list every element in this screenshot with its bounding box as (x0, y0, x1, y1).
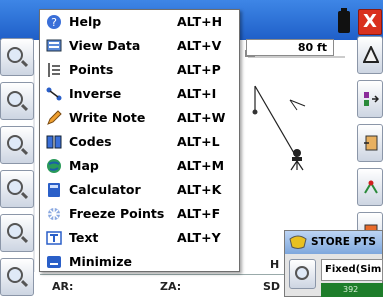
point-table-icon (364, 135, 378, 151)
menu-item-label: Freeze Points (69, 206, 165, 221)
zoom-extents-icon (7, 47, 23, 63)
menu-item-view-data[interactable]: View Data ALT+V (40, 35, 239, 58)
za-label: ZA: (160, 280, 182, 293)
text-icon (46, 231, 62, 245)
point-code-value: 392 (343, 285, 359, 294)
tool-button-1[interactable] (357, 36, 383, 74)
survey-triangle-icon (363, 46, 379, 63)
calculator-icon (48, 183, 60, 197)
menu-item-label: Write Note (69, 110, 146, 125)
menu-item-shortcut: ALT+H (177, 14, 223, 29)
tool-button-4[interactable] (357, 168, 383, 206)
menu-item-minimize[interactable]: Minimize (40, 251, 239, 274)
map-line-survey (254, 85, 299, 161)
zoom-extents-button[interactable] (0, 38, 34, 76)
menu-item-label: Codes (69, 134, 112, 149)
map-point[interactable] (252, 109, 258, 115)
menu-item-help[interactable]: ? Help ALT+H (40, 11, 239, 34)
zoom-in-icon (7, 91, 23, 107)
point-arrow-icon (364, 92, 379, 106)
menu-item-label: Points (69, 62, 114, 77)
menu-item-map[interactable]: Map ALT+M (40, 155, 239, 178)
view-data-icon (46, 39, 62, 52)
store-points-titlebar: STORE PTS (285, 231, 382, 254)
menu-item-inverse[interactable]: Inverse ALT+I (40, 83, 239, 106)
menu-item-calculator[interactable]: Calculator ALT+K (40, 179, 239, 202)
globe-icon (47, 159, 61, 173)
h-label: H (270, 258, 280, 271)
codes-icon (46, 135, 62, 149)
menu-item-shortcut: ALT+W (177, 110, 226, 125)
minimize-icon (47, 256, 61, 268)
sd-label: SD (263, 280, 281, 293)
zoom-out-icon (7, 135, 23, 151)
tool-button-3[interactable] (357, 124, 383, 162)
close-button[interactable]: X (358, 9, 382, 35)
map-scale-value: 80 ft (246, 39, 334, 56)
zoom-icon (295, 266, 309, 280)
menu-item-label: Calculator (69, 182, 141, 197)
menu-item-write-note[interactable]: Write Note ALT+W (40, 107, 239, 130)
store-points-logo-icon (289, 235, 307, 249)
menu-item-shortcut: ALT+Y (177, 230, 221, 245)
menu-item-shortcut: ALT+K (177, 182, 222, 197)
menu-item-shortcut: ALT+L (177, 134, 220, 149)
menu-item-shortcut: ALT+P (177, 62, 221, 77)
pan-button[interactable] (0, 258, 34, 296)
battery-icon (338, 8, 350, 33)
menu-item-label: Inverse (69, 86, 122, 101)
pencil-icon (47, 110, 62, 125)
inverse-icon (46, 87, 62, 101)
menu-item-label: Map (69, 158, 99, 173)
menu-item-codes[interactable]: Codes ALT+L (40, 131, 239, 154)
zoom-previous-button[interactable] (0, 214, 34, 252)
freeze-icon (48, 208, 60, 220)
store-points-title: STORE PTS (311, 236, 376, 248)
stakeout-icon (364, 180, 378, 194)
menu-item-points[interactable]: Points ALT+P (40, 59, 239, 82)
store-zoom-button[interactable] (289, 259, 316, 289)
point-code-field[interactable]: 392 (321, 283, 383, 297)
solution-type-value: Fixed(Sim (325, 264, 382, 275)
zoom-previous-icon (7, 223, 23, 239)
ar-label: AR: (52, 280, 74, 293)
menu-item-label: View Data (69, 38, 141, 53)
svg-text:?: ? (51, 16, 57, 29)
pan-icon (7, 267, 23, 283)
solution-type-field[interactable]: Fixed(Sim (321, 259, 383, 281)
store-points-panel: STORE PTS Fixed(Sim 392 (284, 230, 383, 297)
zoom-window-button[interactable] (0, 170, 34, 208)
menu-item-label: Text (69, 230, 99, 245)
tool-button-2[interactable] (357, 80, 383, 118)
app-screen: 80 ft X AR: ZA: SD H ? Help ALT+H View D… (0, 0, 383, 297)
help-icon: ? (47, 15, 61, 29)
zoom-out-button[interactable] (0, 126, 34, 164)
menu-item-shortcut: ALT+V (177, 38, 222, 53)
menu-item-text[interactable]: Text ALT+Y (40, 227, 239, 250)
zoom-in-button[interactable] (0, 82, 34, 120)
menu-item-shortcut: ALT+F (177, 206, 221, 221)
points-icon (48, 63, 60, 77)
menu-item-label: Minimize (69, 254, 132, 269)
popup-menu: ? Help ALT+H View Data ALT+V Points ALT+… (39, 9, 240, 272)
menu-item-shortcut: ALT+I (177, 86, 217, 101)
menu-item-label: Help (69, 14, 102, 29)
zoom-window-icon (7, 179, 23, 195)
menu-item-freeze-points[interactable]: Freeze Points ALT+F (40, 203, 239, 226)
menu-item-shortcut: ALT+M (177, 158, 225, 173)
